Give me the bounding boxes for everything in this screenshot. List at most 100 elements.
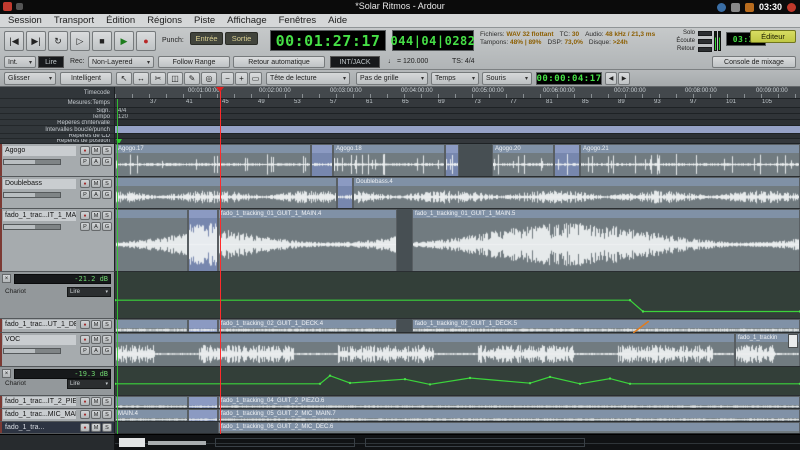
record-arm-button[interactable]: ● [80, 146, 90, 155]
region[interactable] [115, 209, 188, 272]
region[interactable] [115, 319, 188, 333]
track-gain-slider[interactable] [3, 159, 61, 165]
stretch-tool-button[interactable]: ◫ [167, 72, 183, 85]
draw-tool-button[interactable]: ✎ [184, 72, 200, 85]
region[interactable] [115, 396, 188, 409]
menu-session[interactable]: Session [8, 15, 42, 26]
monitor-e-coute[interactable]: Écoute [676, 38, 695, 44]
playhead-marker[interactable] [216, 87, 224, 92]
automation-curve[interactable] [115, 367, 800, 396]
region[interactable] [188, 209, 218, 272]
region[interactable] [311, 144, 333, 177]
track-header-fado-1-trac-mic-main[interactable]: fado_1_trac...MIC_MAIN●MS [0, 409, 115, 422]
region-fado-1-tracking-05-guit-2-mic-main-7[interactable]: fado_1_tracking_05_GUIT_2_MIC_MAIN.7 [218, 409, 800, 422]
punch-out-button[interactable]: Sortie [225, 32, 258, 45]
zoom-focus-combo[interactable]: Tête de lecture▾ [266, 72, 350, 85]
track-header-voc[interactable]: VOC●MSPAG [0, 333, 115, 367]
group-button[interactable]: G [102, 190, 112, 199]
region-fado-1-tracking-01-guit-1-main-4[interactable]: fado_1_tracking_01_GUIT_1_MAIN.4 [218, 209, 397, 272]
solo-button[interactable]: S [102, 423, 112, 432]
power-icon[interactable] [787, 3, 796, 12]
record-mode-combo[interactable]: Non-Layered▾ [88, 56, 154, 68]
automation-button[interactable]: A [91, 190, 101, 199]
region[interactable] [115, 333, 735, 367]
track-header-fado-1-trac-ut-1-deck[interactable]: fado_1_trac...UT_1_DECK●MS [0, 319, 115, 333]
track-header-fado-1-trac-it-1-main[interactable]: fado_1_trac...IT_1_MAIN●MSPAG [0, 209, 115, 272]
track-name[interactable]: fado_1_tra... [3, 423, 76, 432]
record-arm-button[interactable]: ● [80, 410, 90, 419]
track-name[interactable]: Doublebass [3, 179, 76, 189]
mixer-tab[interactable]: Console de mixage [712, 56, 796, 68]
menu-affichage[interactable]: Affichage [227, 15, 266, 26]
cut-tool-button[interactable]: ✂ [150, 72, 166, 85]
secondary-clock[interactable]: 044|04|0282 [392, 30, 474, 51]
automation-mode-combo[interactable]: Lire▾ [67, 287, 111, 297]
menu-fene-tres[interactable]: Fenêtres [279, 15, 317, 26]
solo-button[interactable]: S [102, 211, 112, 220]
region[interactable] [445, 144, 459, 177]
goto-end-button[interactable]: ▶| [26, 31, 46, 51]
menu-aide[interactable]: Aide [328, 15, 347, 26]
region-fado-1-tracking-02-guit-1-deck-4[interactable]: fado_1_tracking_02_GUIT_1_DECK.4 [218, 319, 397, 333]
stop-button[interactable]: ■ [92, 31, 112, 51]
region-agogo-17[interactable]: Agogo.17 [115, 144, 311, 177]
time-signature-display[interactable]: TS: 4/4 [452, 58, 475, 65]
track-header-fado-1-trac-it-2-piezo[interactable]: fado_1_trac...IT_2_PIEZO●MS [0, 396, 115, 409]
track-name[interactable]: fado_1_trac...IT_1_MAIN [3, 211, 76, 221]
zoom-in-button[interactable]: + [235, 72, 248, 85]
sync-source-combo[interactable]: Int.▾ [4, 56, 36, 68]
group-button[interactable]: G [102, 222, 112, 231]
track-content-fado-1-trac-mic-main[interactable]: MAIN.4 fado_1_tracking_05_GUIT_2_MIC_MAIN… [115, 409, 800, 422]
record-arm-button[interactable]: ● [80, 179, 90, 188]
primary-clock[interactable]: 00:01:27:17 [270, 30, 386, 51]
play-selection-button[interactable]: ▷ [70, 31, 90, 51]
automation-lane-content[interactable] [115, 367, 800, 396]
mute-button[interactable]: M [91, 179, 101, 188]
goto-start-button[interactable]: |◀ [4, 31, 24, 51]
track-content-voc[interactable]: fado_1_trackin [115, 333, 800, 367]
edit-point-combo[interactable]: Souris▾ [482, 72, 532, 85]
mute-button[interactable]: M [91, 146, 101, 155]
automation-curve[interactable] [115, 272, 800, 319]
follow-range-button[interactable]: Follow Range [158, 56, 230, 68]
menu-transport[interactable]: Transport [54, 15, 94, 26]
region-main-4[interactable]: MAIN.4 [115, 409, 188, 422]
track-content-agogo[interactable]: Agogo.17Agogo.18Agogo.20Agogo.21 [115, 144, 800, 177]
playlist-button[interactable]: P [80, 157, 90, 166]
network-icon[interactable] [717, 3, 726, 12]
volume-icon[interactable] [731, 3, 740, 12]
track-name[interactable]: VOC [3, 335, 76, 345]
mute-button[interactable]: M [91, 410, 101, 419]
group-button[interactable]: G [102, 346, 112, 355]
track-header-agogo[interactable]: Agogo●MSPAG [0, 144, 115, 177]
record-arm-button[interactable]: ● [80, 320, 90, 329]
ruler-row-mesures-temps[interactable]: 37414549535761656973778185899397101105 [115, 99, 800, 108]
track-header-fado-1-tra[interactable]: fado_1_tra... ●MS [0, 422, 115, 434]
region-fado-1-tracking-06-guit-2-mic-dec-6[interactable]: fado_1_tracking_06_GUIT_2_MIC_DEC.6 [218, 422, 800, 434]
playlist-button[interactable]: P [80, 222, 90, 231]
record-arm-button[interactable]: ● [80, 397, 90, 406]
track-content-fado-1-tra[interactable]: fado_1_tracking_06_GUIT_2_MIC_DEC.6 [115, 422, 800, 434]
region[interactable] [188, 409, 218, 422]
automation-value[interactable]: -19.3 dB [14, 369, 111, 379]
record-arm-button[interactable]: ● [80, 335, 90, 344]
region[interactable] [188, 319, 218, 333]
solo-button[interactable]: S [102, 335, 112, 344]
editor-tab[interactable]: Éditeur [750, 30, 796, 43]
record-arm-button[interactable]: ● [80, 423, 90, 432]
record-arm-button[interactable]: ● [80, 211, 90, 220]
automation-lane-content[interactable] [115, 272, 800, 319]
mute-button[interactable]: M [91, 335, 101, 344]
editor-summary[interactable] [0, 434, 800, 450]
solo-button[interactable]: S [102, 410, 112, 419]
region-agogo-20[interactable]: Agogo.20 [492, 144, 554, 177]
track-name[interactable]: fado_1_trac...UT_1_DECK [3, 320, 76, 329]
track-content-fado-1-trac-ut-1-deck[interactable]: fado_1_tracking_02_GUIT_1_DECK.4fado_1_t… [115, 319, 800, 333]
mute-button[interactable]: M [91, 423, 101, 432]
track-gain-slider[interactable] [3, 348, 61, 354]
smart-mode-toggle[interactable]: Intelligent [60, 72, 112, 85]
track-name[interactable]: fado_1_trac...IT_2_PIEZO [3, 397, 76, 406]
grid-combo[interactable]: Pas de grille▾ [356, 72, 428, 85]
group-button[interactable]: G [102, 157, 112, 166]
menu-re-gions[interactable]: Régions [147, 15, 182, 26]
